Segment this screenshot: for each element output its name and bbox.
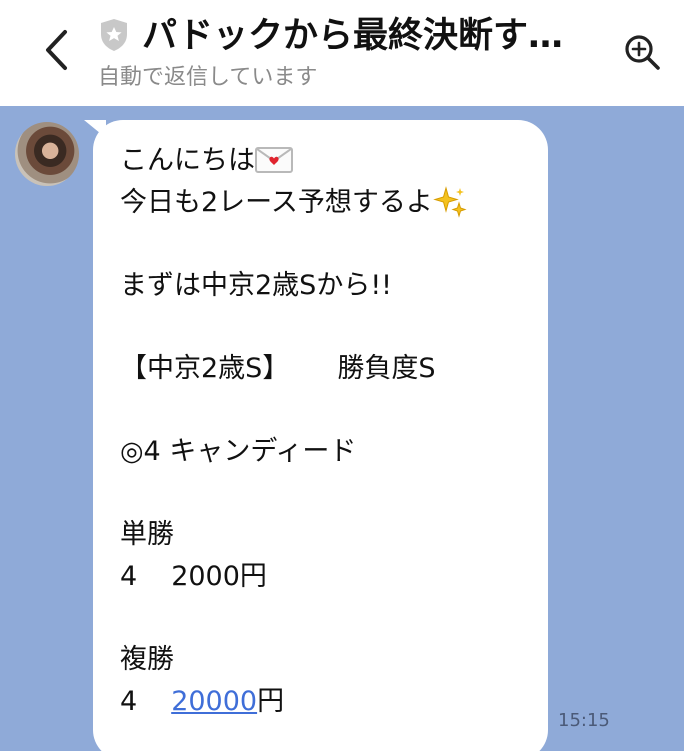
avatar[interactable] — [15, 122, 79, 186]
currency-unit: 円 — [257, 686, 285, 717]
message-line: 4 2000円 — [120, 556, 528, 598]
message-line: 複勝 — [120, 644, 174, 675]
envelope-heart-emoji — [255, 147, 293, 173]
bet-amount: 2000円 — [171, 561, 267, 592]
horse-number: 4 — [120, 686, 138, 717]
race-name: 【中京2歳S】 — [120, 353, 290, 384]
search-button[interactable] — [618, 28, 666, 76]
message-line: こんにちは — [120, 140, 528, 182]
message-line: 今日も2レース予想するよ — [120, 182, 528, 224]
message-timestamp: 15:15 — [558, 710, 610, 731]
message-line: 単勝 — [120, 519, 174, 550]
shield-star-icon — [101, 19, 127, 51]
auto-reply-status: 自動で返信しています — [98, 65, 318, 90]
search-icon — [625, 35, 660, 70]
message-line: 4 20000円 — [120, 681, 528, 723]
back-button[interactable] — [34, 24, 78, 76]
chat-title: パドックから最終決断す… — [142, 16, 564, 56]
sparkles-emoji — [433, 186, 467, 218]
chat-area[interactable]: こんにちは 今日も2レース予想するよ まずは中京2歳Sから!! 【中京2歳S】 勝… — [0, 106, 684, 751]
message-text: こんにちは — [120, 145, 255, 176]
chevron-left-icon — [46, 30, 67, 70]
message-line: ◎4 キャンディード — [120, 436, 357, 467]
amount-link[interactable]: 20000 — [171, 686, 257, 717]
message-line: 【中京2歳S】 勝負度S — [120, 348, 528, 390]
message-bubble[interactable]: こんにちは 今日も2レース予想するよ まずは中京2歳Sから!! 【中京2歳S】 勝… — [93, 120, 548, 751]
chat-header: パドックから最終決断す… 自動で返信しています — [0, 0, 684, 106]
confidence-level: 勝負度S — [337, 353, 436, 384]
message-line: まずは中京2歳Sから!! — [120, 270, 392, 301]
horse-number: 4 — [120, 561, 138, 592]
message-text: 今日も2レース予想するよ — [120, 187, 433, 218]
